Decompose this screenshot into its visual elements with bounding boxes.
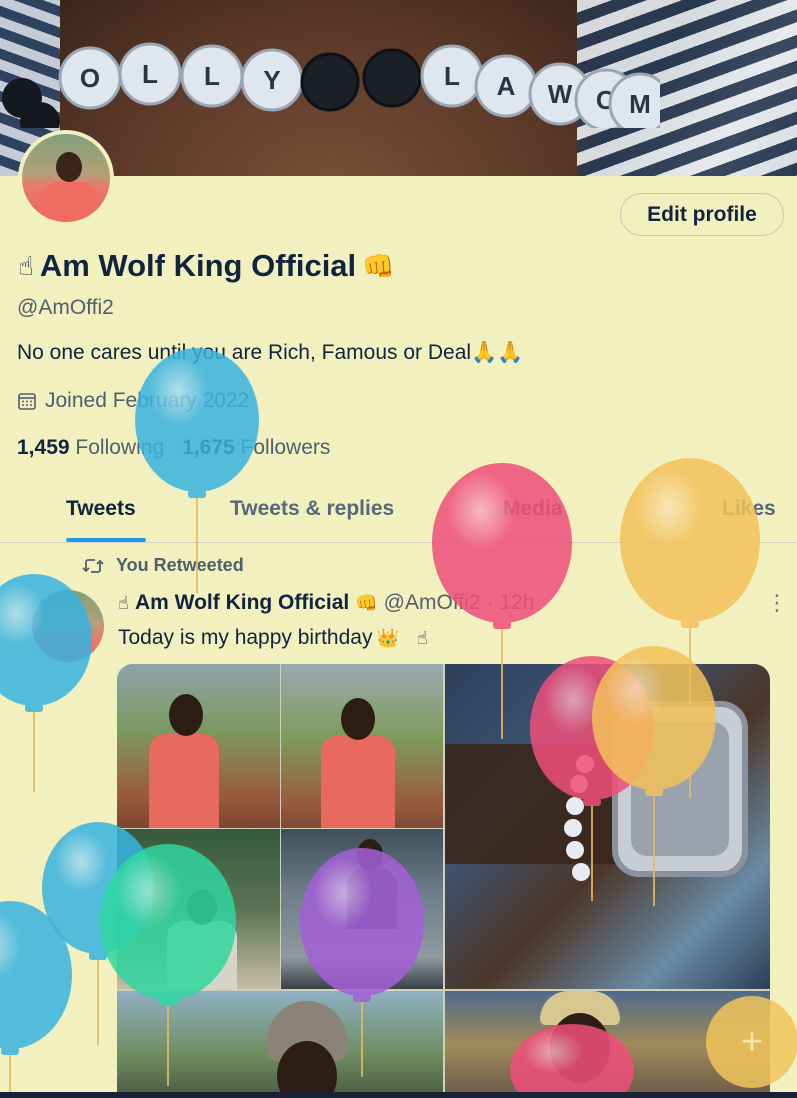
profile-avatar[interactable] <box>18 130 114 226</box>
watch-illustration <box>445 701 748 881</box>
following-label: Following <box>75 436 165 459</box>
bead-letter: M <box>629 89 651 119</box>
profile-page: OLLYLAWOM Edit profile ☝ Am Wolf King Of… <box>0 0 797 1098</box>
active-tab-indicator <box>66 538 146 542</box>
more-options-icon[interactable]: ⋮ <box>766 590 788 616</box>
tweet-photo[interactable] <box>117 829 280 989</box>
tab-likes[interactable]: Likes <box>722 497 776 521</box>
balloon-shine <box>135 348 259 492</box>
compose-tweet-button[interactable]: + <box>706 996 797 1088</box>
bead-letter: O <box>80 63 100 93</box>
balloon-shine <box>0 901 72 1049</box>
bead-letter: L <box>444 61 460 91</box>
edit-profile-button[interactable]: Edit profile <box>620 193 784 236</box>
tweet-photo[interactable] <box>281 829 443 989</box>
balloon-knot <box>493 621 511 629</box>
tab-media[interactable]: Media <box>503 497 563 521</box>
balloon-body <box>135 348 259 492</box>
profile-banner[interactable]: OLLYLAWOM <box>0 0 797 176</box>
black-bead <box>362 48 422 108</box>
balloon-knot <box>1 1047 19 1055</box>
tweet-photo[interactable] <box>281 664 443 828</box>
fist-icon: 👊 <box>362 250 395 281</box>
black-bead <box>300 52 360 112</box>
followers-count: 1,675 <box>182 436 235 459</box>
avatar-head <box>56 152 82 182</box>
follow-stats: 1,459 Following 1,675 Followers <box>17 436 330 460</box>
display-name-text: Am Wolf King Official <box>39 248 357 283</box>
tweet-avatar[interactable] <box>32 590 104 662</box>
followers-link[interactable]: 1,675 Followers <box>182 436 330 460</box>
tweet-separator: · <box>486 591 494 614</box>
tweet-photo[interactable] <box>117 664 280 828</box>
bead-bracelet: OLLYLAWOM <box>2 42 660 128</box>
fist-icon: 👊 <box>355 592 378 613</box>
pointing-hand-icon: ☝ <box>118 592 129 613</box>
tab-tweets[interactable]: Tweets <box>66 497 136 521</box>
balloon-knot <box>681 620 699 628</box>
retweet-label: You Retweeted <box>116 555 244 575</box>
tweet-photo[interactable] <box>117 991 443 1098</box>
tweet-time[interactable]: 12h <box>499 591 534 615</box>
avatar-shirt <box>40 182 98 222</box>
balloon <box>0 901 72 1098</box>
balloon-knot <box>89 952 107 960</box>
calendar-icon <box>18 393 36 410</box>
balloon-knot <box>25 704 43 712</box>
bead-letter: A <box>497 71 516 101</box>
bead-letter: L <box>142 59 158 89</box>
bead-letter: L <box>204 61 220 91</box>
following-link[interactable]: 1,459 Following <box>17 436 164 460</box>
bottom-edge <box>0 1092 797 1098</box>
bead-letter: Y <box>263 65 280 95</box>
followers-label: Followers <box>240 436 331 459</box>
profile-tabs: Tweets Tweets & replies Media Likes <box>0 485 797 543</box>
pointing-hand-icon: ☝ <box>18 250 34 281</box>
following-count: 1,459 <box>17 436 70 459</box>
pointing-hand-icon: ☝ <box>416 627 428 648</box>
display-name: ☝ Am Wolf King Official 👊 <box>18 248 395 284</box>
tweet-author-name[interactable]: Am Wolf King Official <box>135 591 349 615</box>
bead-letter: W <box>548 79 573 109</box>
tweet-media-grid <box>117 664 770 1098</box>
profile-bio: No one cares until you are Rich, Famous … <box>17 341 524 364</box>
tweet-text-body: Today is my happy birthday <box>118 626 373 649</box>
crown-icon: 👑 <box>376 627 399 648</box>
tab-tweets-replies[interactable]: Tweets & replies <box>230 497 394 521</box>
tweet-photo-watch[interactable] <box>445 664 770 989</box>
joined-text: Joined February 2022 <box>45 389 250 412</box>
retweet-indicator: You Retweeted <box>82 555 244 576</box>
balloon-body <box>0 901 72 1049</box>
tweet-header: ☝ Am Wolf King Official 👊 @AmOffi2 · 12h <box>118 591 535 615</box>
retweet-icon <box>82 558 104 573</box>
plus-icon: + <box>740 1020 764 1063</box>
tweet-author-handle[interactable]: @AmOffi2 <box>384 591 481 615</box>
joined-date: Joined February 2022 <box>17 389 249 413</box>
profile-handle: @AmOffi2 <box>17 296 114 319</box>
tweet-text: Today is my happy birthday 👑 ☝ <box>118 626 428 650</box>
